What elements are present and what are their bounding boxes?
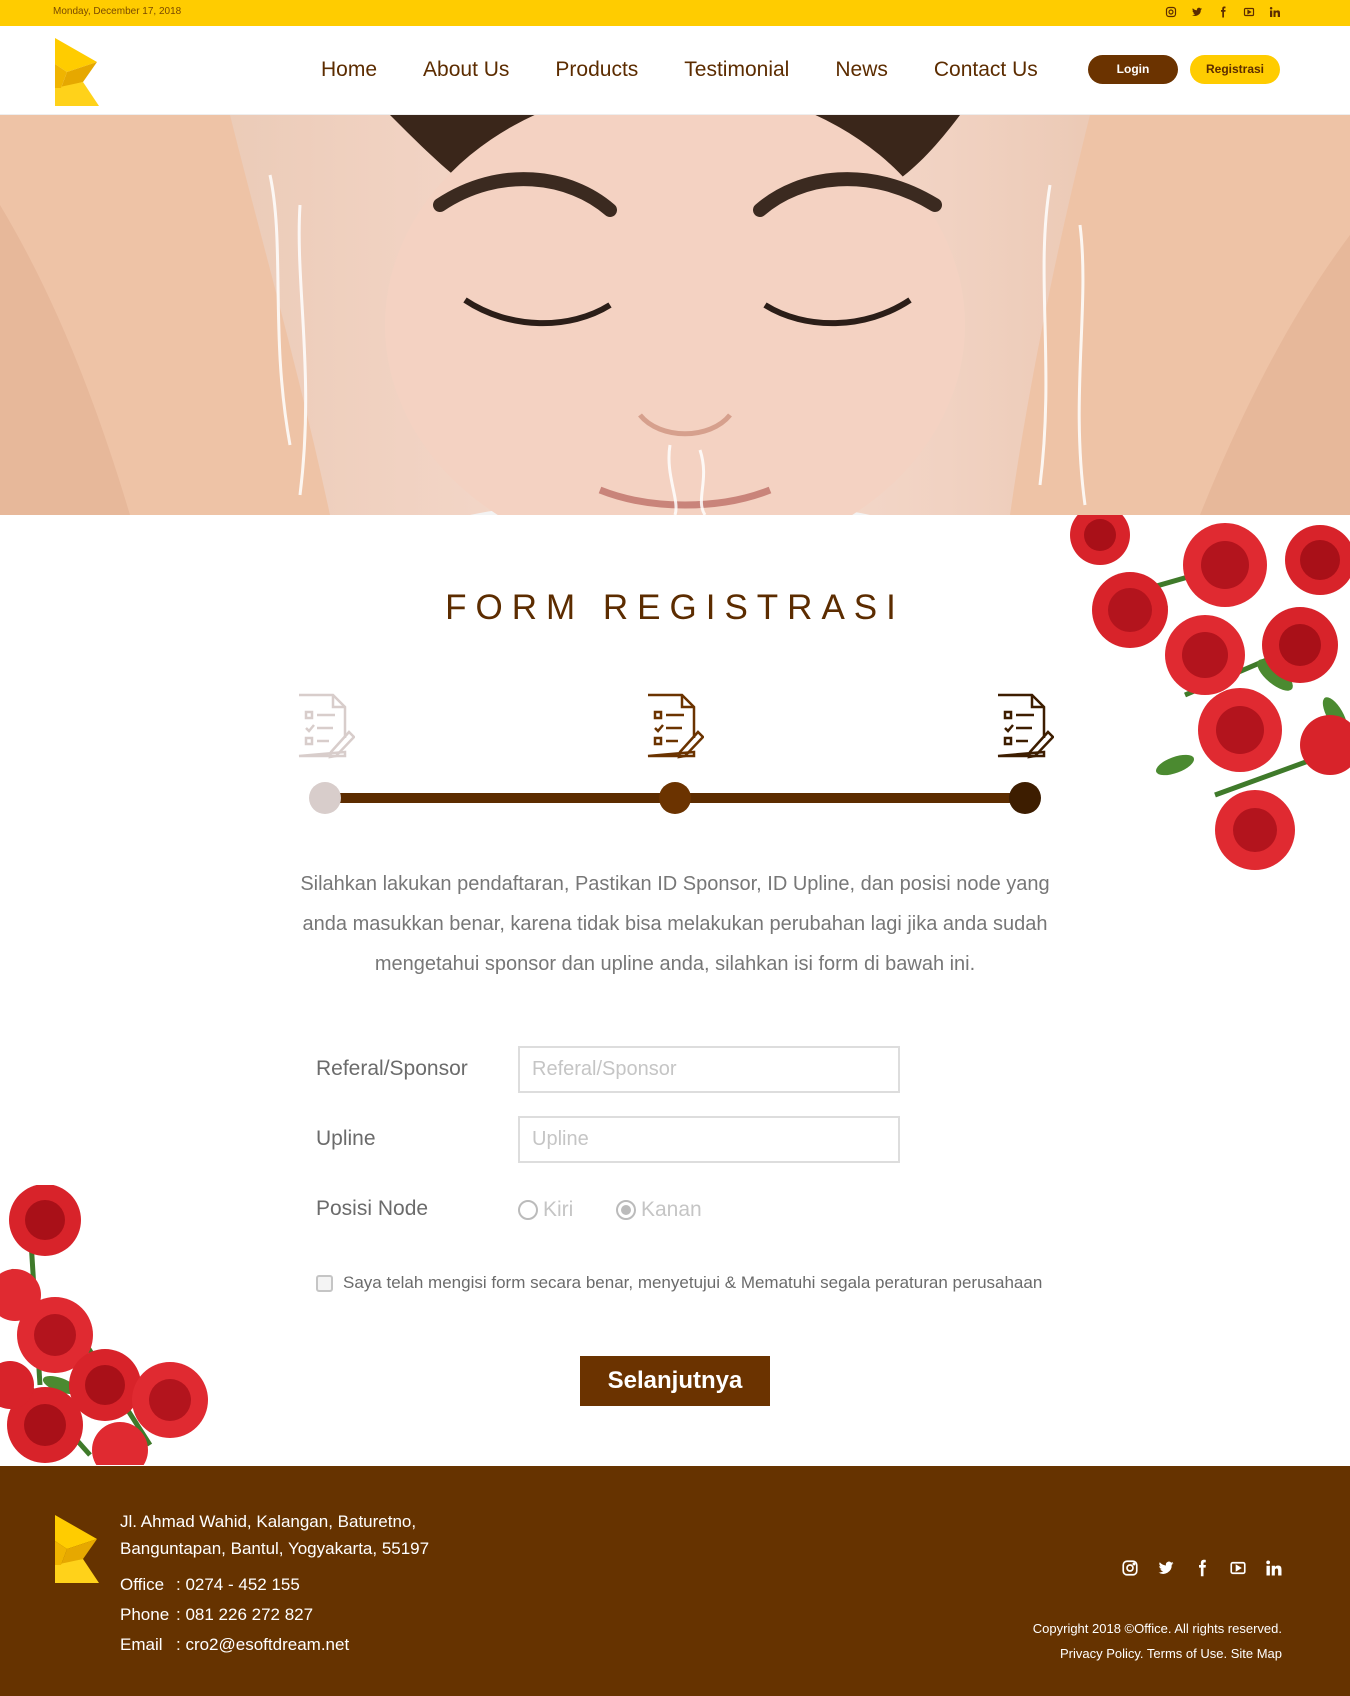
instagram-icon[interactable]	[1120, 1558, 1140, 1578]
top-social-links	[1164, 5, 1282, 19]
contact-email-value[interactable]: : cro2@esoftdream.net	[176, 1630, 349, 1660]
facebook-icon[interactable]	[1216, 5, 1230, 19]
agreement-text: Saya telah mengisi form secara benar, me…	[343, 1273, 1043, 1292]
nav-products[interactable]: Products	[555, 58, 638, 82]
roses-decoration-right	[1070, 515, 1350, 870]
contact-email-key: Email	[120, 1635, 163, 1654]
contact-office-key: Office	[120, 1575, 165, 1594]
contact-office: Office : 0274 - 452 155	[120, 1570, 349, 1600]
step-1-dot	[309, 782, 341, 814]
twitter-icon[interactable]	[1190, 5, 1204, 19]
sponsor-input[interactable]	[518, 1046, 900, 1093]
footer-legal: Copyright 2018 ©Office. All rights reser…	[1033, 1616, 1282, 1666]
footer-logo[interactable]	[53, 1512, 101, 1584]
youtube-icon[interactable]	[1228, 1558, 1248, 1578]
nav-about-us[interactable]: About Us	[423, 58, 509, 82]
main-nav: Home About Us Products Testimonial News …	[321, 58, 1084, 82]
linkedin-icon[interactable]	[1268, 5, 1282, 19]
instagram-icon[interactable]	[1164, 5, 1178, 19]
nav-home[interactable]: Home	[321, 58, 377, 82]
nav-news[interactable]: News	[835, 58, 888, 82]
radio-unchecked-icon[interactable]	[518, 1200, 538, 1220]
register-button[interactable]: Registrasi	[1190, 55, 1280, 84]
contact-phone-value: : 081 226 272 827	[176, 1605, 314, 1624]
step-2-dot	[659, 782, 691, 814]
nav-contact-us[interactable]: Contact Us	[934, 58, 1038, 82]
step-3-form-icon	[997, 693, 1054, 759]
site-header: Home About Us Products Testimonial News …	[0, 26, 1350, 115]
linkedin-icon[interactable]	[1264, 1558, 1284, 1578]
roses-decoration-left	[0, 1185, 208, 1465]
node-radio-right[interactable]: Kanan	[616, 1198, 702, 1222]
node-label: Posisi Node	[316, 1197, 429, 1220]
nav-testimonial[interactable]: Testimonial	[684, 58, 789, 82]
footer-links[interactable]: Privacy Policy. Terms of Use. Site Map	[1033, 1641, 1282, 1666]
sponsor-label: Referal/Sponsor	[316, 1057, 468, 1080]
upline-label: Upline	[316, 1127, 376, 1150]
facebook-icon[interactable]	[1192, 1558, 1212, 1578]
contact-email: Email : cro2@esoftdream.net	[120, 1630, 349, 1660]
site-footer: Jl. Ahmad Wahid, Kalangan, Baturetno, Ba…	[0, 1466, 1350, 1696]
login-button[interactable]: Login	[1088, 55, 1178, 84]
contact-phone: Phone : 081 226 272 827	[120, 1600, 349, 1630]
hero-image	[0, 115, 1350, 515]
address-line-2: Banguntapan, Bantul, Yogyakarta, 55197	[120, 1539, 430, 1558]
step-2-form-icon	[647, 693, 704, 759]
youtube-icon[interactable]	[1242, 5, 1256, 19]
top-bar: Monday, December 17, 2018	[0, 0, 1350, 26]
node-option-left-label: Kiri	[543, 1198, 574, 1221]
address-line-1: Jl. Ahmad Wahid, Kalangan, Baturetno,	[120, 1512, 417, 1531]
step-1-form-icon	[298, 693, 355, 759]
step-3-dot	[1009, 782, 1041, 814]
footer-contacts: Office : 0274 - 452 155 Phone : 081 226 …	[120, 1570, 349, 1660]
current-date: Monday, December 17, 2018	[53, 6, 182, 17]
brand-logo[interactable]	[53, 36, 101, 106]
footer-social-links	[1120, 1558, 1284, 1578]
intro-text: Silahkan lakukan pendaftaran, Pastikan I…	[300, 873, 1050, 975]
footer-address: Jl. Ahmad Wahid, Kalangan, Baturetno, Ba…	[120, 1508, 429, 1562]
contact-phone-key: Phone	[120, 1605, 170, 1624]
agreement-checkbox[interactable]	[316, 1274, 333, 1292]
copyright-text: Copyright 2018 ©Office. All rights reser…	[1032, 1621, 1282, 1636]
node-radio-left[interactable]: Kiri	[518, 1198, 573, 1222]
next-button[interactable]: Selanjutnya	[580, 1356, 770, 1406]
page-title: FORM REGISTRASI	[445, 588, 905, 627]
node-option-right-label: Kanan	[641, 1198, 702, 1221]
upline-input[interactable]	[518, 1116, 900, 1163]
agreement-checkbox-row[interactable]: Saya telah mengisi form secara benar, me…	[316, 1273, 1042, 1293]
radio-checked-icon[interactable]	[616, 1200, 636, 1220]
contact-office-value: : 0274 - 452 155	[176, 1575, 300, 1594]
twitter-icon[interactable]	[1156, 1558, 1176, 1578]
